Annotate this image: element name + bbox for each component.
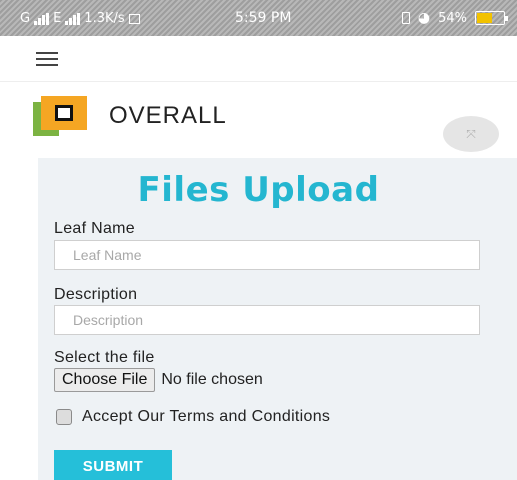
network-type-label: E <box>53 11 62 26</box>
terms-label[interactable]: Accept Our Terms and Conditions <box>82 408 330 426</box>
choose-file-button[interactable]: Choose File <box>54 368 156 392</box>
expand-icon[interactable]: ⤧ <box>443 116 499 152</box>
signal-icon-2 <box>65 12 81 25</box>
hamburger-icon[interactable] <box>36 52 58 68</box>
file-status: No file chosen <box>161 371 263 388</box>
battery-icon <box>475 11 508 25</box>
brand-name: OVERALL <box>109 102 227 129</box>
expand-glyph: ⤧ <box>466 126 476 141</box>
upload-form: Files Upload Leaf Name Description Selec… <box>38 158 517 480</box>
description-label: Description <box>54 286 138 303</box>
clock: 5:59 PM <box>235 10 292 26</box>
vibrate-icon <box>401 12 410 24</box>
battery-percent: 54% <box>438 10 467 26</box>
status-bar: G E 1.3K/s 5:59 PM ◕ 54% <box>0 0 517 36</box>
logo <box>33 96 91 136</box>
top-nav <box>0 36 517 82</box>
status-left: G E 1.3K/s <box>20 11 140 26</box>
signal-icon <box>34 12 50 25</box>
submit-button[interactable]: SUBMIT <box>54 450 172 480</box>
leaf-name-input[interactable] <box>54 240 480 270</box>
brand-header: OVERALL ⤧ <box>0 82 517 158</box>
carrier-label: G <box>20 11 31 26</box>
net-speed: 1.3K/s <box>84 11 125 26</box>
leaf-name-label: Leaf Name <box>54 220 135 237</box>
status-right: ◕ 54% <box>401 10 508 26</box>
select-file-label: Select the file <box>54 349 155 366</box>
terms-row: Accept Our Terms and Conditions <box>56 408 330 426</box>
file-picker: Choose File No file chosen <box>54 368 263 392</box>
terms-checkbox[interactable] <box>56 409 72 425</box>
screenshot-icon <box>128 13 140 24</box>
form-title: Files Upload <box>137 170 380 210</box>
description-input[interactable] <box>54 305 480 335</box>
wifi-icon: ◕ <box>417 10 431 26</box>
